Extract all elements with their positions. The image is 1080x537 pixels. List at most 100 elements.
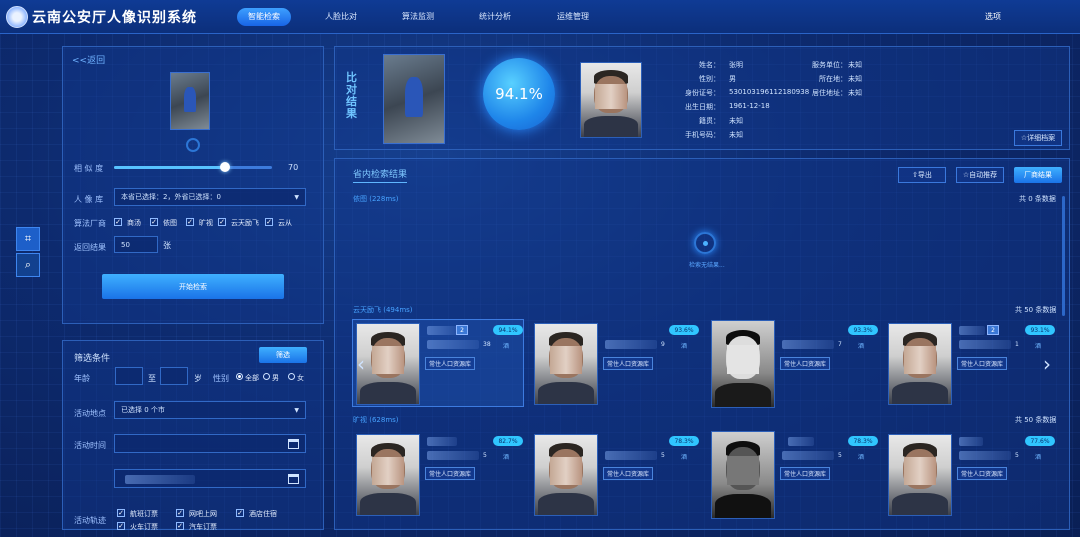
location-info-label: 所在地： [819, 75, 847, 83]
nav-algorithm-monitor[interactable]: 算法监测 [395, 8, 441, 26]
blurred-text [605, 451, 657, 460]
vendor-results-button[interactable]: 厂商结果 [1014, 167, 1062, 183]
result-card[interactable]: 82.7% 5 酒 常住人口资源库 [352, 430, 524, 518]
blurred-text [782, 340, 834, 349]
location-icon[interactable]: 酒 [681, 341, 687, 350]
location-icon[interactable]: 酒 [858, 341, 864, 350]
carousel-prev-icon[interactable]: ‹ [357, 352, 365, 376]
vendor-checkbox-intellifusion[interactable]: ✓ [218, 218, 226, 226]
filter-title: 筛选条件 [74, 354, 111, 364]
result-number: 5 [661, 452, 665, 459]
location-info-value: 未知 [848, 75, 862, 83]
vendor-checkbox-megvii[interactable]: ✓ [186, 218, 194, 226]
nav-statistics[interactable]: 统计分析 [472, 8, 518, 26]
library-tag[interactable]: 常住人口资源库 [425, 357, 476, 370]
vendor-checkbox-yitu[interactable]: ✓ [150, 218, 158, 226]
nav-smart-search[interactable]: 智能检索 [237, 8, 291, 26]
address-value: 未知 [848, 89, 862, 97]
location-icon[interactable]: 酒 [1035, 341, 1041, 350]
library-tag[interactable]: 常住人口资源库 [780, 357, 831, 370]
gender-all-label: 全部 [245, 374, 259, 382]
location-icon[interactable]: 酒 [503, 341, 509, 350]
location-icon[interactable]: 酒 [858, 452, 864, 461]
age-max-input[interactable] [160, 367, 188, 385]
phone-value: 未知 [729, 131, 743, 139]
results-scrollbar[interactable] [1062, 196, 1065, 316]
result-number: 38 [483, 341, 491, 348]
result-card[interactable]: 78.3% 5 酒 常住人口资源库 [530, 430, 702, 518]
result-card[interactable]: 93.6% 9 酒 常住人口资源库 [530, 319, 702, 407]
nav-operations[interactable]: 运维管理 [550, 8, 596, 26]
auto-recommend-button[interactable]: ☆自动推荐 [956, 167, 1004, 183]
location-label: 活动地点 [74, 409, 106, 418]
time-start-input[interactable] [114, 434, 306, 453]
location-icon[interactable]: 酒 [681, 452, 687, 461]
blurred-text [959, 326, 985, 335]
calendar-icon[interactable] [288, 439, 299, 449]
library-tag[interactable]: 常住人口资源库 [780, 467, 831, 480]
tab-province-results[interactable]: 省内检索结果 [353, 167, 408, 183]
library-tag[interactable]: 常住人口资源库 [425, 467, 476, 480]
location-icon[interactable]: 酒 [503, 452, 509, 461]
detail-profile-button[interactable]: ☆详细档案 [1014, 130, 1062, 146]
upload-icon[interactable] [186, 138, 200, 152]
location-icon[interactable]: 酒 [1035, 452, 1041, 461]
vendor-label-megvii: 旷视 [199, 219, 213, 227]
similarity-handle[interactable] [220, 162, 230, 172]
result-number: 5 [483, 452, 487, 459]
calendar-icon[interactable] [288, 474, 299, 484]
blurred-text [959, 437, 983, 446]
gender-radio-all[interactable] [236, 373, 243, 380]
group-yitu-count: 共 0 条数据 [1019, 195, 1056, 203]
trace-label-flight: 航班订票 [130, 510, 158, 518]
trace-label-hotel: 酒店住宿 [249, 510, 277, 518]
result-count-unit: 张 [163, 241, 171, 250]
time-end-input[interactable] [114, 469, 306, 488]
trace-checkbox-bus[interactable]: ✓ [176, 522, 184, 530]
back-link[interactable]: <<返回 [72, 53, 105, 66]
face-scan-icon[interactable]: ⌗ [16, 227, 40, 251]
vendor-label-intellifusion: 云天励飞 [231, 219, 259, 227]
trace-label-train: 火车订票 [130, 523, 158, 531]
id-number-label: 身份证号： [685, 89, 720, 97]
vendor-label: 算法厂商 [74, 219, 106, 228]
time-end-value-blurred [125, 475, 195, 484]
gender-radio-female[interactable] [288, 373, 295, 380]
location-select[interactable]: 已选择 0 个市 ▼ [114, 401, 306, 419]
result-number: 7 [838, 341, 842, 348]
result-card[interactable]: 93.3% 7 酒 常住人口资源库 [707, 319, 879, 408]
carousel-next-icon[interactable]: › [1043, 352, 1051, 376]
vendor-label-cloudwalk: 云从 [278, 219, 292, 227]
similarity-badge: 78.3% [848, 436, 878, 446]
library-tag[interactable]: 常住人口资源库 [603, 357, 654, 370]
options-menu[interactable]: 选项 [985, 11, 1001, 22]
start-search-button[interactable]: 开始检索 [102, 274, 284, 299]
result-card[interactable]: 78.3% 5 酒 常住人口资源库 [707, 430, 879, 519]
similarity-badge: 94.1% [493, 325, 523, 335]
trace-checkbox-internet-cafe[interactable]: ✓ [176, 509, 184, 517]
library-select[interactable]: 本省已选择：2，外省已选择：0 ▼ [114, 188, 306, 206]
library-tag[interactable]: 常住人口资源库 [957, 357, 1008, 370]
result-card[interactable]: 2 93.1% 1 酒 常住人口资源库 [884, 319, 1056, 407]
vendor-checkbox-cloudwalk[interactable]: ✓ [265, 218, 273, 226]
trace-checkbox-hotel[interactable]: ✓ [236, 509, 244, 517]
trace-checkbox-train[interactable]: ✓ [117, 522, 125, 530]
result-photo [356, 323, 420, 405]
vendor-checkbox-sensetime[interactable]: ✓ [114, 218, 122, 226]
age-min-input[interactable] [115, 367, 143, 385]
library-tag[interactable]: 常住人口资源库 [957, 467, 1008, 480]
search-icon[interactable]: ⌕ [16, 253, 40, 277]
result-count-input[interactable]: 50 [114, 236, 158, 253]
nav-face-compare[interactable]: 人脸比对 [318, 8, 364, 26]
result-card[interactable]: 77.6% 5 酒 常住人口资源库 [884, 430, 1056, 518]
export-button[interactable]: ⇧导出 [898, 167, 946, 183]
age-label: 年龄 [74, 374, 90, 383]
library-tag[interactable]: 常住人口资源库 [603, 467, 654, 480]
filter-button[interactable]: 筛选 [259, 347, 307, 363]
result-card[interactable]: 2 94.1% 38 酒 常住人口资源库 [352, 319, 524, 407]
similarity-value: 70 [288, 163, 299, 172]
trace-checkbox-flight[interactable]: ✓ [117, 509, 125, 517]
empty-result-text: 检索无结果... [689, 262, 725, 269]
gender-radio-male[interactable] [263, 373, 270, 380]
trace-label-internet-cafe: 网吧上网 [189, 510, 217, 518]
